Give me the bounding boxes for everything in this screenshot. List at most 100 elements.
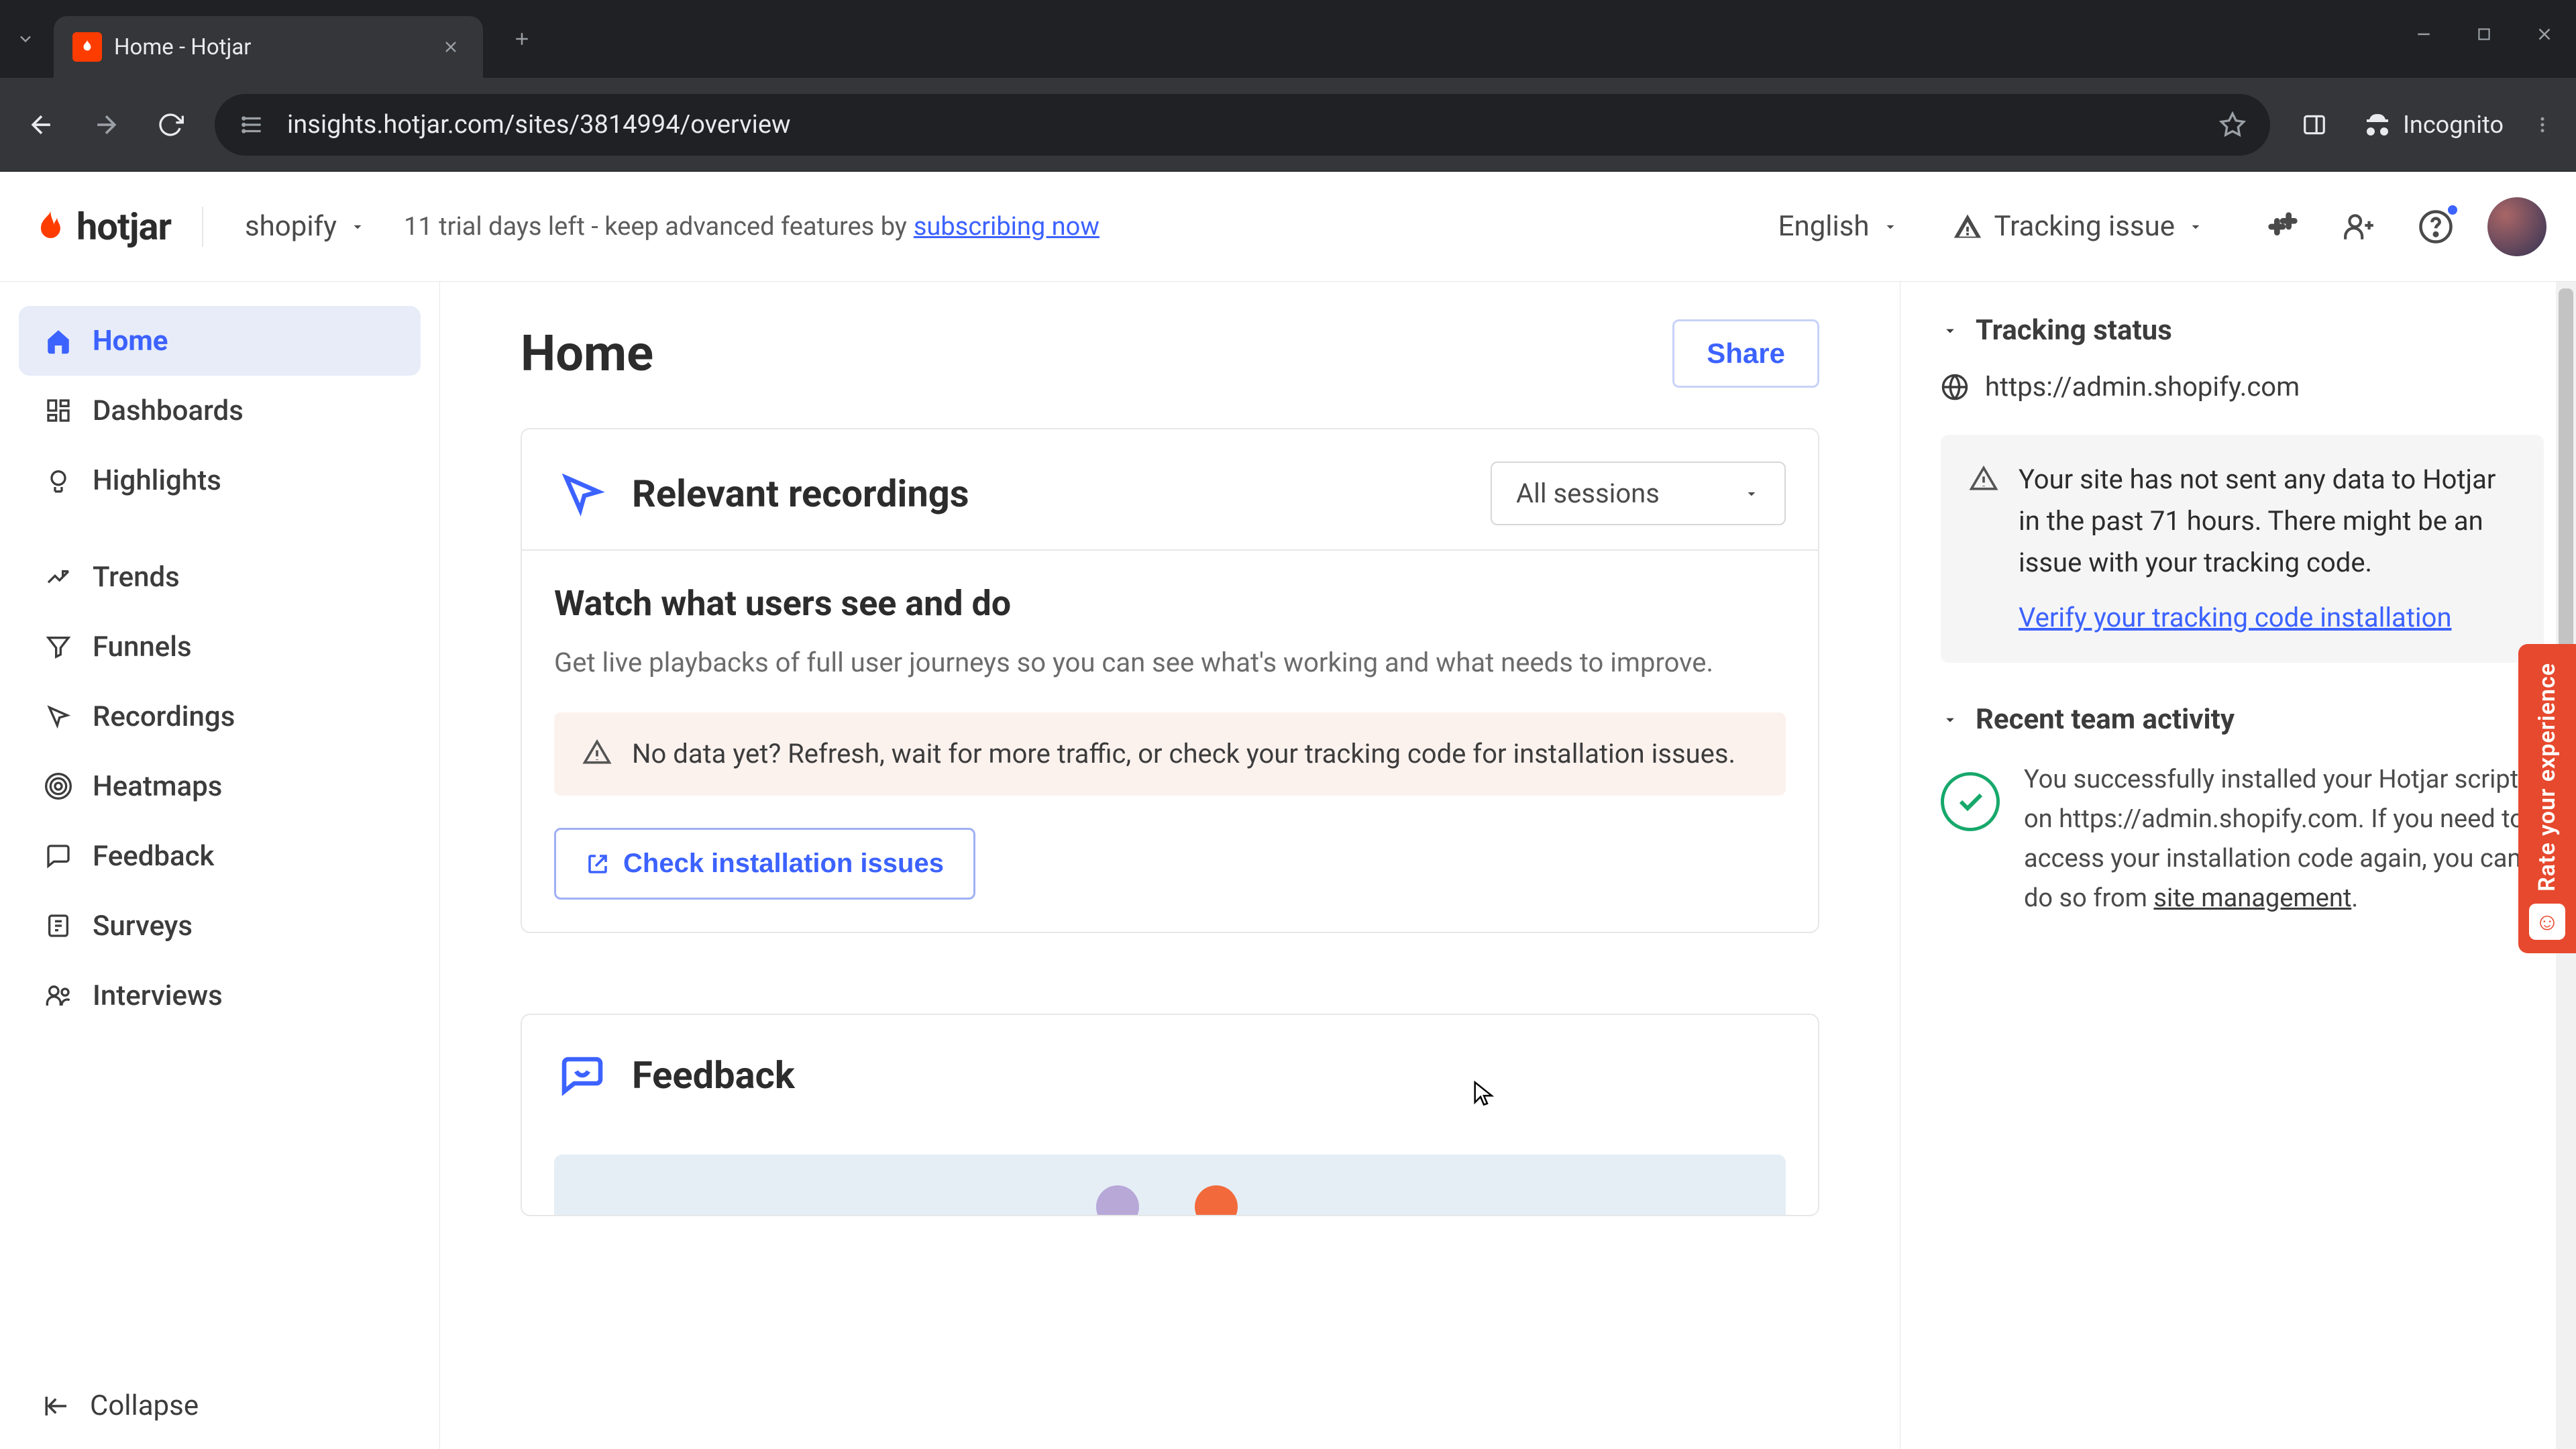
sidebar-item-label: Feedback: [93, 840, 214, 873]
recent-activity-title: Recent team activity: [1976, 703, 2235, 736]
sidebar-item-highlights[interactable]: Highlights: [19, 445, 421, 515]
recordings-card-title: Relevant recordings: [632, 472, 969, 516]
window-close-button[interactable]: [2529, 19, 2560, 50]
sidebar-item-label: Interviews: [93, 979, 223, 1012]
caret-down-icon: [1941, 710, 1960, 729]
tracking-warning-box: Your site has not sent any data to Hotja…: [1941, 435, 2544, 663]
hotjar-favicon: [72, 32, 102, 62]
window-maximize-button[interactable]: [2469, 19, 2500, 50]
integrations-button[interactable]: [2258, 202, 2308, 252]
window-minimize-button[interactable]: [2408, 19, 2439, 50]
feedback-illustration: [554, 1155, 1786, 1215]
help-button[interactable]: [2411, 202, 2461, 252]
header-divider: [202, 207, 203, 247]
tab-close-icon[interactable]: [437, 34, 464, 60]
heatmaps-icon: [43, 771, 74, 802]
hotjar-wordmark: hotjar: [76, 205, 171, 249]
sidebar-item-home[interactable]: Home: [19, 306, 421, 376]
user-avatar[interactable]: [2487, 197, 2546, 256]
side-panel-button[interactable]: [2286, 97, 2343, 153]
address-bar[interactable]: insights.hotjar.com/sites/3814994/overvi…: [215, 94, 2270, 156]
activity-item: You successfully installed your Hotjar s…: [1941, 760, 2544, 918]
site-info-icon[interactable]: [236, 109, 268, 141]
sidebar-item-label: Surveys: [93, 910, 193, 943]
site-switcher[interactable]: shopify: [234, 203, 377, 250]
feedback-icon: [43, 841, 74, 871]
new-tab-button[interactable]: [502, 19, 542, 59]
recordings-icon: [43, 701, 74, 732]
tracking-status-header[interactable]: Tracking status: [1941, 314, 2544, 347]
url-text: insights.hotjar.com/sites/3814994/overvi…: [287, 110, 791, 140]
home-icon: [43, 325, 74, 356]
check-installation-button[interactable]: Check installation issues: [554, 828, 975, 900]
funnels-icon: [43, 631, 74, 662]
caret-down-icon: [1941, 321, 1960, 340]
feedback-tab-label: Rate your experience: [2534, 663, 2561, 892]
sidebar-item-dashboards[interactable]: Dashboards: [19, 376, 421, 445]
site-management-link[interactable]: site management: [2153, 883, 2351, 913]
feedback-card-icon: [554, 1047, 610, 1104]
nav-forward-button: [78, 97, 134, 153]
language-switcher[interactable]: English: [1778, 210, 1899, 243]
tab-title: Home - Hotjar: [114, 34, 425, 60]
share-button[interactable]: Share: [1672, 319, 1819, 388]
recordings-lead: Watch what users see and do: [554, 583, 1786, 624]
sidebar-item-label: Home: [93, 325, 168, 358]
feedback-card: Feedback: [521, 1014, 1819, 1216]
incognito-label: Incognito: [2403, 111, 2504, 139]
recordings-card: Relevant recordings All sessions Watch w…: [521, 428, 1819, 933]
sidebar-item-feedback[interactable]: Feedback: [19, 821, 421, 891]
sessions-filter-label: All sessions: [1516, 478, 1660, 509]
sidebar-item-label: Highlights: [93, 464, 221, 497]
browser-menu-button[interactable]: [2522, 105, 2563, 145]
tracking-warning-text: Your site has not sent any data to Hotja…: [2019, 464, 2496, 578]
sidebar-item-heatmaps[interactable]: Heatmaps: [19, 751, 421, 821]
tracked-site-row: https://admin.shopify.com: [1941, 371, 2544, 402]
collapse-sidebar-button[interactable]: Collapse: [43, 1389, 396, 1422]
warning-icon: [1968, 463, 2000, 495]
chevron-down-icon: [1882, 218, 1899, 235]
no-data-warning-text: No data yet? Refresh, wait for more traf…: [632, 734, 1735, 774]
surveys-icon: [43, 910, 74, 941]
sidebar-item-label: Dashboards: [93, 394, 244, 427]
sidebar-item-recordings[interactable]: Recordings: [19, 682, 421, 751]
no-data-warning: No data yet? Refresh, wait for more traf…: [554, 712, 1786, 796]
language-label: English: [1778, 210, 1870, 243]
nav-back-button[interactable]: [13, 97, 70, 153]
scrollbar-thumb[interactable]: [2559, 288, 2573, 691]
right-panel: Tracking status https://admin.shopify.co…: [1900, 282, 2576, 1449]
check-installation-label: Check installation issues: [623, 849, 944, 879]
warning-icon: [581, 737, 613, 769]
sidebar-item-label: Heatmaps: [93, 770, 222, 803]
invite-user-button[interactable]: [2334, 202, 2384, 252]
nav-reload-button[interactable]: [142, 97, 199, 153]
sidebar-item-funnels[interactable]: Funnels: [19, 612, 421, 682]
incognito-indicator[interactable]: Incognito: [2351, 109, 2514, 141]
sidebar-item-trends[interactable]: Trends: [19, 542, 421, 612]
sidebar: Home Dashboards Highlights Trends Funnel…: [0, 282, 440, 1449]
tracked-site-url: https://admin.shopify.com: [1985, 371, 2300, 402]
external-link-icon: [586, 852, 610, 876]
sidebar-item-label: Recordings: [93, 700, 235, 733]
bookmark-star-icon[interactable]: [2216, 109, 2249, 141]
recent-activity-header[interactable]: Recent team activity: [1941, 703, 2544, 736]
verify-tracking-link[interactable]: Verify your tracking code installation: [2019, 597, 2452, 639]
subscribe-link[interactable]: subscribing now: [914, 212, 1099, 241]
sidebar-item-label: Funnels: [93, 631, 192, 663]
sidebar-item-label: Trends: [93, 561, 180, 594]
hotjar-flame-icon: [30, 207, 68, 246]
browser-tab[interactable]: Home - Hotjar: [54, 16, 483, 78]
site-switcher-label: shopify: [245, 210, 337, 243]
recordings-sub: Get live playbacks of full user journeys…: [554, 643, 1786, 683]
collapse-icon: [43, 1392, 71, 1420]
sidebar-item-interviews[interactable]: Interviews: [19, 961, 421, 1030]
tracking-issue-dropdown[interactable]: Tracking issue: [1953, 210, 2204, 243]
hotjar-logo[interactable]: hotjar: [30, 205, 171, 249]
feedback-side-tab[interactable]: Rate your experience ☺: [2518, 644, 2576, 953]
sessions-filter-dropdown[interactable]: All sessions: [1491, 462, 1786, 525]
sidebar-item-surveys[interactable]: Surveys: [19, 891, 421, 961]
tab-search-button[interactable]: [5, 19, 46, 59]
trial-text: 11 trial days left - keep advanced featu…: [404, 212, 907, 241]
warning-icon: [1953, 212, 1982, 241]
chevron-down-icon: [349, 218, 366, 235]
